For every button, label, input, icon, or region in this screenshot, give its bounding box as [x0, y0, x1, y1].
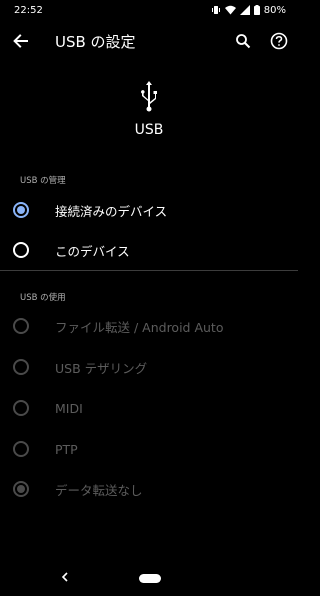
- divider: [0, 270, 298, 271]
- radio-button-checked[interactable]: [13, 202, 29, 218]
- page-title: USB の設定: [55, 33, 136, 51]
- radio-label: MIDI: [55, 400, 83, 416]
- section-label-usb-management: USB の管理: [20, 176, 66, 186]
- radio-option-connected-device[interactable]: 接続済みのデバイス: [0, 190, 298, 230]
- radio-label: ファイル転送 / Android Auto: [55, 319, 224, 335]
- radio-button-disabled: [13, 441, 29, 457]
- nav-back-button[interactable]: [58, 570, 72, 584]
- battery-icon: [253, 5, 260, 15]
- app-bar: USB の設定: [0, 24, 298, 58]
- status-icons: 80%: [211, 5, 286, 16]
- help-icon: [270, 32, 288, 50]
- radio-option-file-transfer: ファイル転送 / Android Auto: [0, 306, 298, 346]
- search-icon: [236, 34, 251, 49]
- chevron-left-icon: [61, 572, 68, 582]
- battery-percent: 80%: [263, 4, 286, 16]
- radio-button-disabled: [13, 359, 29, 375]
- radio-option-this-device[interactable]: このデバイス: [0, 230, 298, 270]
- section-label-usb-usage: USB の使用: [20, 293, 66, 303]
- signal-icon: [239, 5, 250, 15]
- usb-heading: USB: [134, 122, 164, 138]
- status-time: 22:52: [14, 4, 43, 16]
- radio-label: このデバイス: [55, 243, 130, 259]
- status-bar: 22:52 80%: [0, 0, 298, 20]
- usb-icon: [141, 81, 157, 112]
- radio-label: PTP: [55, 441, 78, 457]
- radio-option-no-data-transfer: データ転送なし: [0, 469, 298, 509]
- wifi-icon: [224, 5, 236, 15]
- radio-button[interactable]: [13, 242, 29, 258]
- radio-button-disabled-checked: [13, 481, 29, 497]
- radio-option-midi: MIDI: [0, 388, 298, 428]
- radio-button-disabled: [13, 318, 29, 334]
- radio-label: 接続済みのデバイス: [55, 203, 168, 219]
- search-button[interactable]: [232, 30, 254, 52]
- back-arrow-icon: [13, 34, 28, 48]
- back-button[interactable]: [10, 30, 32, 52]
- radio-button-disabled: [13, 400, 29, 416]
- vibrate-icon: [211, 5, 221, 15]
- radio-label: データ転送なし: [55, 482, 143, 498]
- radio-label: USB テザリング: [55, 360, 148, 376]
- usb-settings-screen: 22:52 80% USB の設定 USB USB の管理 接続済みのデバイス …: [0, 0, 298, 596]
- nav-home-pill[interactable]: [139, 574, 161, 583]
- help-button[interactable]: [268, 30, 290, 52]
- radio-option-usb-tethering: USB テザリング: [0, 347, 298, 387]
- radio-option-ptp: PTP: [0, 429, 298, 469]
